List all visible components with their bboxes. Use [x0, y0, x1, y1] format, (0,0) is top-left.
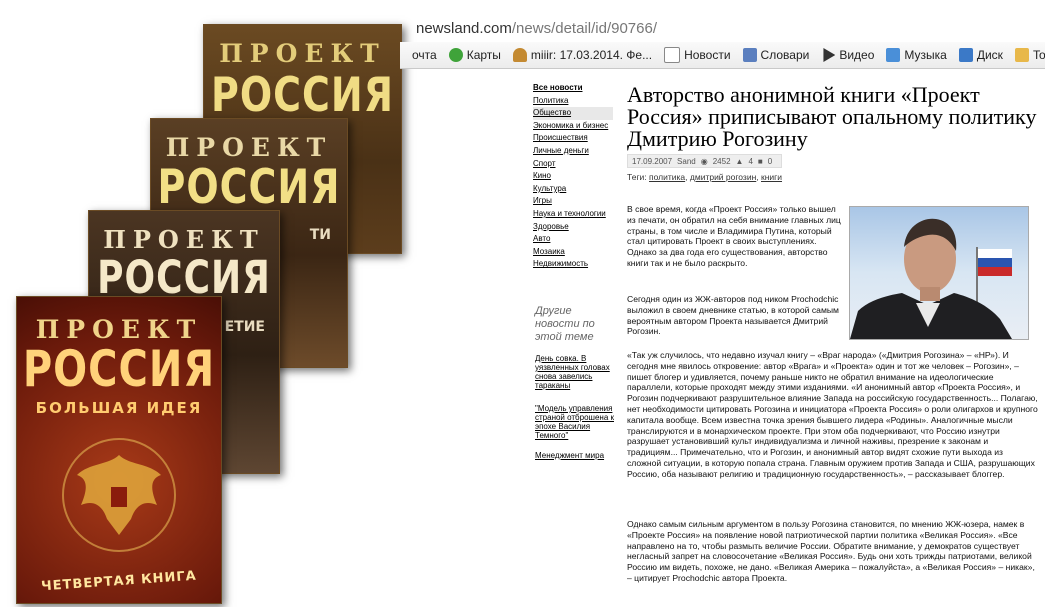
bookmark-video[interactable]: Видео	[821, 48, 874, 62]
play-icon	[823, 48, 836, 62]
article-paragraph: В свое время, когда «Проект Россия» толь…	[627, 204, 841, 268]
article-photo	[849, 206, 1029, 340]
cover-title-line2: РОССИЯ	[22, 341, 216, 399]
cover-footer: ЧЕТВЕРТАЯ КНИГА	[40, 568, 198, 595]
comment-icon[interactable]: ■	[758, 157, 763, 166]
bookmark-mail[interactable]: очта	[412, 48, 437, 62]
related-link[interactable]: "Модель управления страной отброшена к э…	[535, 404, 615, 440]
double-headed-eagle-icon	[62, 438, 176, 552]
url-text[interactable]: newsland.com/news/detail/id/90766/	[416, 20, 657, 37]
folder-icon	[1014, 48, 1029, 62]
tags-label: Теги:	[627, 172, 647, 182]
cover-subtitle: ТИ	[309, 227, 331, 243]
article-author[interactable]: Sand	[677, 157, 696, 166]
cover-subtitle: ЕТИЕ	[224, 319, 265, 335]
related-link[interactable]: День совка. В уязвленных головах снова з…	[535, 354, 615, 390]
user-icon	[512, 48, 527, 62]
page-icon	[664, 47, 681, 63]
bookmark-dictionaries[interactable]: Словари	[742, 48, 809, 62]
nav-realty[interactable]: Недвижимость	[533, 258, 613, 271]
bookmark-toshiba[interactable]: Toshib	[1014, 48, 1045, 62]
bookmarks-bar: очта Карты miiir: 17.03.2014. Фе... Ново…	[400, 42, 1045, 69]
article-title: Авторство анонимной книги «Проект Россия…	[627, 82, 1037, 151]
article-paragraph: Сегодня один из ЖЖ-авторов под ником Pro…	[627, 294, 839, 337]
address-bar[interactable]: newsland.com/news/detail/id/90766/	[400, 16, 1045, 42]
mail-icon	[958, 48, 973, 62]
nav-incidents[interactable]: Происшествия	[533, 132, 613, 145]
article-date: 17.09.2007	[632, 156, 673, 166]
article-meta: 17.09.2007 Sand ◉ 2452 ▲ 4 ■ 0	[627, 154, 783, 168]
article-paragraph: Однако самым сильным аргументом в пользу…	[627, 519, 1035, 583]
nav-politics[interactable]: Политика	[533, 95, 613, 108]
nav-all-news[interactable]: Все новости	[533, 82, 613, 95]
eye-icon: ◉	[700, 156, 708, 166]
cover-title-line1: ПРОЕКТ	[103, 225, 265, 254]
nav-personal-money[interactable]: Личные деньги	[533, 145, 613, 158]
related-news-heading: Другие новости по этой теме	[535, 305, 595, 343]
nav-games[interactable]: Игры	[533, 195, 613, 208]
comment-count: 0	[767, 156, 773, 166]
cover-title-line1: ПРОЕКТ	[165, 133, 333, 162]
nav-cinema[interactable]: Кино	[533, 170, 613, 183]
nav-science[interactable]: Наука и технологии	[533, 208, 613, 221]
cover-title-line1: ПРОЕКТ	[219, 39, 386, 68]
nav-sport[interactable]: Спорт	[533, 158, 613, 171]
bookmark-music[interactable]: Музыка	[886, 48, 947, 62]
bookmark-disk[interactable]: Диск	[958, 48, 1003, 62]
bookmark-news[interactable]: Новости	[664, 47, 731, 63]
tag-link[interactable]: политика	[649, 172, 685, 182]
tag-link[interactable]: дмитрий рогозин	[690, 172, 756, 182]
url-host: newsland.com	[416, 20, 512, 37]
nav-society[interactable]: Общество	[533, 107, 613, 120]
nav-mosaic[interactable]: Мозаика	[533, 246, 613, 259]
bookmark-profile[interactable]: miiir: 17.03.2014. Фе...	[512, 48, 652, 62]
related-link[interactable]: Менеджмент мира	[535, 451, 615, 460]
category-sidebar: Все новости Политика Общество Экономика …	[533, 82, 613, 271]
like-count: 4	[748, 156, 753, 166]
maps-icon	[448, 48, 463, 62]
thumbs-up-icon[interactable]: ▲	[736, 157, 744, 166]
cover-title-line2: РОССИЯ	[157, 159, 341, 214]
article-paragraph: «Так уж случилось, что недавно изучал кн…	[627, 350, 1038, 479]
article-tags: Теги: политика, дмитрий рогозин, книги	[627, 172, 783, 182]
tag-link[interactable]: книги	[761, 172, 782, 182]
cover-title-line2: РОССИЯ	[211, 67, 394, 122]
nav-economy[interactable]: Экономика и бизнес	[533, 120, 613, 133]
nav-culture[interactable]: Культура	[533, 183, 613, 196]
nav-auto[interactable]: Авто	[533, 233, 613, 246]
book-cover-4: ПРОЕКТ РОССИЯ БОЛЬШАЯ ИДЕЯ ЧЕТВЕРТАЯ КНИ…	[16, 296, 222, 604]
view-count: 2452	[712, 156, 731, 166]
url-path: /news/detail/id/90766/	[511, 20, 657, 37]
cover-title-line1: ПРОЕКТ	[35, 315, 203, 344]
bookmark-maps[interactable]: Карты	[448, 48, 501, 62]
nav-health[interactable]: Здоровье	[533, 221, 613, 234]
speaker-icon	[886, 48, 901, 62]
cover-subtitle: БОЛЬШАЯ ИДЕЯ	[35, 399, 203, 417]
portrait-image	[850, 218, 1012, 339]
book-icon	[742, 48, 757, 62]
